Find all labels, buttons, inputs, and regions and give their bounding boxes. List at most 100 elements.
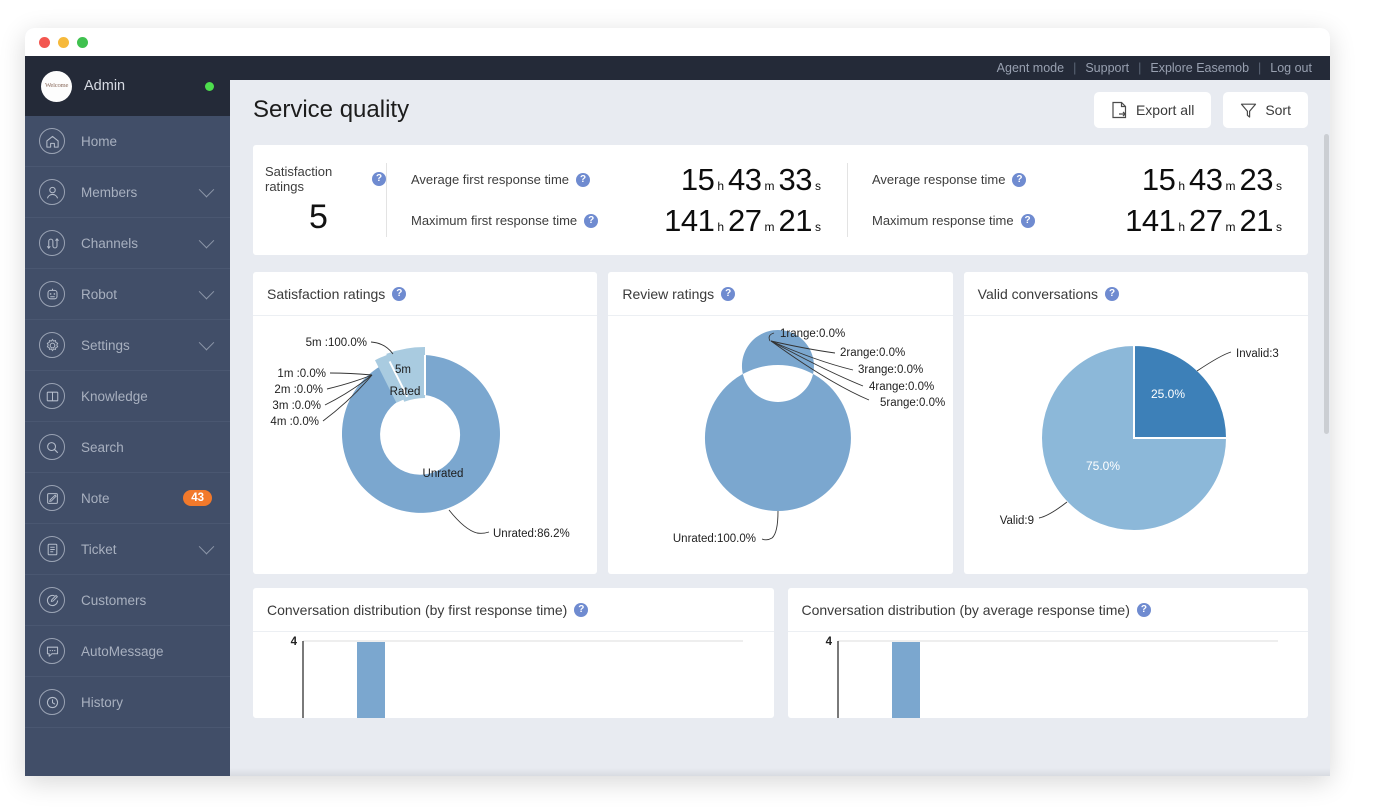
card-title-text: Satisfaction ratings xyxy=(267,285,386,302)
content-bottom-fade xyxy=(230,768,1330,776)
export-file-icon xyxy=(1111,101,1128,119)
kpi-hours: 15 xyxy=(680,161,715,197)
annotation-4range: 4range:0.0% xyxy=(869,381,934,393)
kpi-value: 141 h 27 m 21 s xyxy=(1087,203,1298,239)
help-icon[interactable]: ? xyxy=(1105,286,1120,301)
chevron-down-icon[interactable] xyxy=(198,181,215,197)
main-content: Service quality Export all Sort Satisfac… xyxy=(230,80,1330,776)
sidebar-item-search[interactable]: Search xyxy=(25,422,230,473)
sort-button[interactable]: Sort xyxy=(1223,92,1308,128)
leader-line-unrated xyxy=(762,510,779,541)
chevron-down-icon[interactable] xyxy=(198,538,215,554)
bar[interactable] xyxy=(891,642,920,718)
leader-line-valid xyxy=(1038,501,1067,519)
annotation-4m: 4m :0.0% xyxy=(270,416,319,428)
top-utility-bar: Agent mode | Support | Explore Easemob |… xyxy=(230,56,1330,80)
window-minimize-button[interactable] xyxy=(58,36,69,48)
card-conversation-distribution-average-response: Conversation distribution (by average re… xyxy=(787,588,1308,718)
top-separator: | xyxy=(1258,61,1262,75)
chevron-down-icon[interactable] xyxy=(198,334,215,350)
kpi-caption: Average response time ? xyxy=(872,172,1087,187)
book-icon xyxy=(39,383,65,409)
help-icon[interactable]: ? xyxy=(392,286,407,301)
top-link-log-out[interactable]: Log out xyxy=(1270,61,1312,75)
page-title: Service quality xyxy=(253,96,410,123)
bar-charts-row: Conversation distribution (by first resp… xyxy=(253,588,1308,718)
help-icon[interactable]: ? xyxy=(1012,172,1027,187)
filter-funnel-icon xyxy=(1240,102,1257,119)
kpi-label: Maximum response time xyxy=(872,213,1014,228)
sidebar-item-channels[interactable]: Channels xyxy=(25,218,230,269)
members-icon xyxy=(39,179,65,205)
annotation-5m: 5m :100.0% xyxy=(306,337,367,349)
top-link-agent-mode[interactable]: Agent mode xyxy=(997,61,1064,75)
unit-minutes: m xyxy=(764,178,775,193)
top-link-explore-easemob[interactable]: Explore Easemob xyxy=(1150,61,1249,75)
window-titlebar xyxy=(25,28,1330,56)
unit-hours: h xyxy=(1178,219,1186,234)
note-icon xyxy=(39,485,65,511)
annotation-2m: 2m :0.0% xyxy=(274,384,323,396)
avatar-mark: Welcome xyxy=(44,83,69,89)
label-rated: Rated xyxy=(390,386,421,398)
sidebar-item-label: Robot xyxy=(81,286,118,302)
slice-unrated[interactable] xyxy=(705,330,852,511)
card-valid-conversations: Valid conversations ? 25.0% 75.0% Invali… xyxy=(963,272,1308,574)
help-icon[interactable]: ? xyxy=(574,602,589,617)
help-icon[interactable]: ? xyxy=(576,172,590,187)
unit-minutes: m xyxy=(1225,178,1236,193)
kpi-row-average-response: Average response time ? 15 h 43 m 23 s xyxy=(872,159,1298,200)
chevron-down-icon[interactable] xyxy=(198,283,215,299)
sidebar-item-ticket[interactable]: Ticket xyxy=(25,524,230,575)
export-all-button[interactable]: Export all xyxy=(1093,92,1212,128)
card-title-valid-conversations: Valid conversations ? xyxy=(963,272,1308,316)
sidebar-item-robot[interactable]: Robot xyxy=(25,269,230,320)
annotation-3range: 3range:0.0% xyxy=(858,364,923,376)
window-close-button[interactable] xyxy=(39,36,50,48)
sidebar-item-label: Members xyxy=(81,184,138,200)
sidebar-item-history[interactable]: History xyxy=(25,677,230,728)
card-title-text: Conversation distribution (by first resp… xyxy=(267,601,568,618)
help-icon[interactable]: ? xyxy=(372,171,386,186)
leader-line-1m xyxy=(329,372,373,376)
sidebar-item-settings[interactable]: Settings xyxy=(25,320,230,371)
scrollbar-track[interactable] xyxy=(1323,104,1330,776)
kpi-label: Average response time xyxy=(872,172,1006,187)
sidebar-item-label: Note xyxy=(81,490,110,506)
kpi-summary-card: Satisfaction ratings ? 5 Average first r… xyxy=(253,145,1308,255)
sidebar-item-customers[interactable]: Customers xyxy=(25,575,230,626)
help-icon[interactable]: ? xyxy=(1020,213,1035,228)
ticket-icon xyxy=(39,536,65,562)
annotation-valid: Valid:9 xyxy=(999,515,1033,527)
card-title-review-ratings: Review ratings ? xyxy=(608,272,953,316)
sidebar-item-label: Settings xyxy=(81,337,130,353)
top-link-support[interactable]: Support xyxy=(1085,61,1129,75)
sidebar-item-automessage[interactable]: AutoMessage xyxy=(25,626,230,677)
card-conversation-distribution-first-response: Conversation distribution (by first resp… xyxy=(253,588,774,718)
help-icon[interactable]: ? xyxy=(721,286,736,301)
sidebar: Welcome Admin Home Members Channels Robot Se… xyxy=(25,56,230,776)
home-icon xyxy=(39,128,65,154)
kpi-label: Maximum first response time xyxy=(411,213,578,228)
help-icon[interactable]: ? xyxy=(584,213,599,228)
unit-hours: h xyxy=(717,219,725,234)
sort-label: Sort xyxy=(1265,102,1291,118)
sidebar-item-knowledge[interactable]: Knowledge xyxy=(25,371,230,422)
sidebar-user-header[interactable]: Welcome Admin xyxy=(25,56,230,116)
kpi-hours: 141 xyxy=(664,202,715,238)
sidebar-item-note[interactable]: Note 43 xyxy=(25,473,230,524)
sidebar-item-members[interactable]: Members xyxy=(25,167,230,218)
chart-dist-first: 4 xyxy=(253,632,774,718)
scrollbar-thumb[interactable] xyxy=(1324,134,1329,434)
window-maximize-button[interactable] xyxy=(77,36,88,48)
sidebar-item-home[interactable]: Home xyxy=(25,116,230,167)
chevron-down-icon[interactable] xyxy=(198,232,215,248)
kpi-satisfaction-label: Satisfaction ratings xyxy=(265,163,333,194)
leader-line-unrated xyxy=(448,509,490,534)
label-5m: 5m xyxy=(395,364,411,376)
kpi-value: 141 h 27 m 21 s xyxy=(626,203,837,239)
bar[interactable] xyxy=(357,642,385,718)
help-icon[interactable]: ? xyxy=(1136,602,1151,617)
label-unrated: Unrated xyxy=(423,468,464,480)
card-title-dist-first: Conversation distribution (by first resp… xyxy=(253,588,774,632)
